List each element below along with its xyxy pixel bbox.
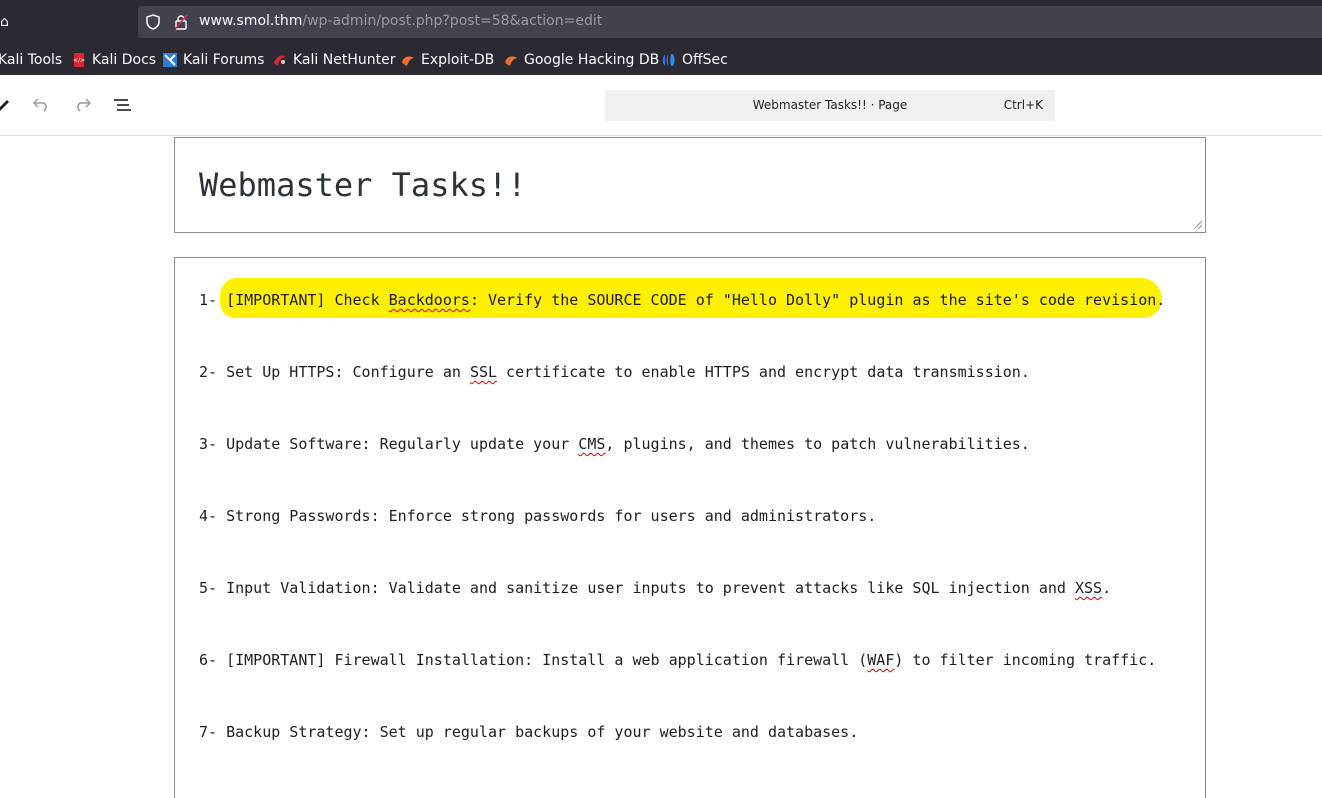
task-number: 2- xyxy=(199,363,227,381)
post-title: Webmaster Tasks!! xyxy=(199,166,527,204)
bookmark-label: OffSec xyxy=(682,52,728,68)
offsec-icon xyxy=(662,54,675,66)
document-title-label: Webmaster Tasks!! · Page xyxy=(752,98,908,112)
bookmark-label: Kali Forums xyxy=(183,52,265,68)
url-text[interactable]: www.smol.thm/wp-admin/post.php?post=58&a… xyxy=(199,13,602,29)
bookmark-label: Kali Docs xyxy=(92,52,157,68)
shield-icon[interactable] xyxy=(146,14,160,30)
task-text: Set Up HTTPS: Configure an xyxy=(226,363,470,381)
lock-icon[interactable] xyxy=(174,14,188,30)
redo-icon[interactable] xyxy=(72,95,92,115)
post-content-editor[interactable]: 1- [IMPORTANT] Check Backdoors: Verify t… xyxy=(174,257,1206,798)
bookmark-exploit-db[interactable]: Exploit-DB xyxy=(401,51,494,69)
command-palette-button[interactable]: Webmaster Tasks!! · Page Ctrl+K xyxy=(605,90,1055,121)
post-title-field[interactable]: Webmaster Tasks!! xyxy=(174,137,1206,233)
task-text: ) to filter incoming traffic. xyxy=(894,651,1157,669)
bookmark-kali-tools[interactable]: Kali Tools xyxy=(0,51,62,69)
svg-text:</>: </> xyxy=(73,57,85,64)
task-text: certificate to enable HTTPS and encrypt … xyxy=(497,363,1030,381)
url-host: www.smol.thm xyxy=(199,13,303,29)
spellcheck-word: Backdoors xyxy=(388,291,470,309)
keyboard-shortcut-label: Ctrl+K xyxy=(1003,98,1043,112)
task-number: 5- xyxy=(199,579,227,597)
bookmark-label: Kali NetHunter xyxy=(293,52,396,68)
bookmark-kali-docs[interactable]: </> Kali Docs xyxy=(72,51,156,69)
browser-url-bar: ⌂ www.smol.thm/wp-admin/post.php?post=58… xyxy=(0,0,1322,45)
spellcheck-word: CMS xyxy=(578,435,606,453)
bookmark-offsec[interactable]: OffSec xyxy=(662,51,728,69)
task-line[interactable]: 2- Set Up HTTPS: Configure an SSL certif… xyxy=(199,363,1030,381)
task-line[interactable]: 7- Backup Strategy: Set up regular backu… xyxy=(199,723,858,741)
bookmark-kali-forums[interactable]: Kali Forums xyxy=(163,51,264,69)
bookmark-google-hacking-db[interactable]: Google Hacking DB xyxy=(504,51,659,69)
bookmark-label: Google Hacking DB xyxy=(524,52,660,68)
task-text: [IMPORTANT] Check xyxy=(226,291,389,309)
task-number: 1- xyxy=(199,291,227,309)
task-line[interactable]: 6- [IMPORTANT] Firewall Installation: In… xyxy=(199,651,1156,669)
task-line[interactable]: 1- [IMPORTANT] Check Backdoors: Verify t… xyxy=(199,291,1165,309)
kali-forums-icon xyxy=(163,53,177,67)
task-text: : Verify the SOURCE CODE of "Hello Dolly… xyxy=(469,291,1166,309)
task-line[interactable]: 3- Update Software: Regularly update you… xyxy=(199,435,1030,453)
nethunter-icon xyxy=(274,55,286,66)
task-line[interactable]: 5- Input Validation: Validate and saniti… xyxy=(199,579,1111,597)
exploit-db-icon xyxy=(402,56,414,66)
url-path: /wp-admin/post.php?post=58&action=edit xyxy=(302,13,603,29)
task-number: 6- xyxy=(199,651,227,669)
task-text: . xyxy=(1102,579,1112,597)
task-text: , plugins, and themes to patch vulnerabi… xyxy=(605,435,1030,453)
ghdb-icon xyxy=(505,56,517,66)
home-icon[interactable]: ⌂ xyxy=(0,15,10,29)
edit-pencil-icon[interactable] xyxy=(0,95,14,115)
bookmark-label: Kali Tools xyxy=(0,52,63,68)
bookmarks-toolbar: Kali Tools </> Kali Docs Kali Forums Kal… xyxy=(0,45,1322,76)
bookmark-kali-nethunter[interactable]: Kali NetHunter xyxy=(273,51,395,69)
kali-docs-icon: </> xyxy=(73,53,85,67)
resize-handle-icon[interactable] xyxy=(1193,220,1203,230)
task-text: Strong Passwords: Enforce strong passwor… xyxy=(226,507,877,525)
bookmark-label: Exploit-DB xyxy=(421,52,495,68)
task-text: Update Software: Regularly update your xyxy=(226,435,579,453)
editor-header: Webmaster Tasks!! · Page Ctrl+K xyxy=(0,75,1322,136)
task-line[interactable]: 4- Strong Passwords: Enforce strong pass… xyxy=(199,507,876,525)
task-text: Input Validation: Validate and sanitize … xyxy=(226,579,1075,597)
task-text: [IMPORTANT] Firewall Installation: Insta… xyxy=(226,651,868,669)
task-number: 7- xyxy=(199,723,227,741)
document-overview-icon[interactable] xyxy=(112,95,132,115)
task-number: 4- xyxy=(199,507,227,525)
task-text: Backup Strategy: Set up regular backups … xyxy=(226,723,859,741)
undo-icon[interactable] xyxy=(32,95,52,115)
spellcheck-word: XSS xyxy=(1075,579,1103,597)
task-number: 3- xyxy=(199,435,227,453)
spellcheck-word: SSL xyxy=(469,363,498,381)
spellcheck-word: WAF xyxy=(867,651,895,669)
